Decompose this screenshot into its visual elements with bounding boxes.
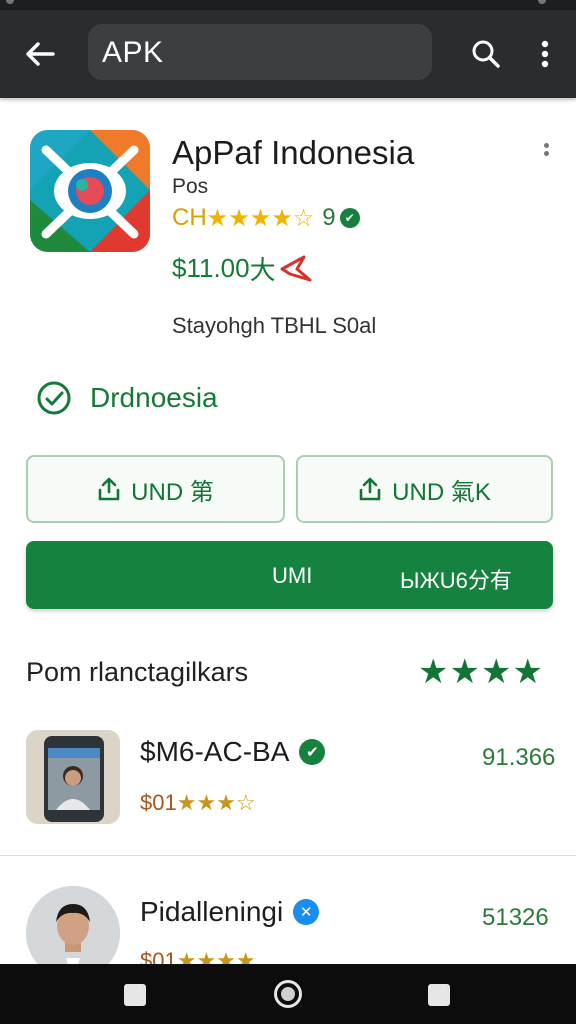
verified-row: Drdnoesia <box>36 380 218 416</box>
list-item-title-text: $M6-AC-BA <box>140 736 290 767</box>
search-icon <box>472 40 500 68</box>
install-button-sublabel: ЫЖU6分有 <box>400 568 512 593</box>
install-button-label: UMI <box>272 563 313 588</box>
search-button[interactable] <box>464 34 508 74</box>
nav-back-icon[interactable] <box>124 984 146 1006</box>
arrow-flag-icon <box>280 255 312 281</box>
list-item-title[interactable]: Pidalleningi ✕ <box>140 896 320 928</box>
rating-text: CH <box>172 204 207 231</box>
rating-stars: ★★★★☆ <box>206 204 315 232</box>
status-bar <box>0 0 576 10</box>
more-vertical-icon <box>541 40 549 68</box>
list-item-count: 91.366 <box>482 744 556 771</box>
share-icon <box>98 477 120 501</box>
app-description: Stayohgh TBHL S0al <box>172 313 377 338</box>
top-toolbar: APK <box>0 10 576 98</box>
system-nav-bar <box>0 964 576 1024</box>
share-button-left[interactable]: UND 第 <box>26 455 285 523</box>
app-logo-icon[interactable] <box>30 130 150 252</box>
verified-label: Drdnoesia <box>90 382 218 413</box>
list-item-rating: $01★★★☆ <box>140 790 256 816</box>
back-button[interactable] <box>18 34 62 74</box>
search-query: APK <box>102 36 164 69</box>
list-item-count: 51326 <box>482 904 549 931</box>
app-developer[interactable]: Pos <box>172 175 208 199</box>
app-rating: CH ★★★★☆ 9 ✔ <box>172 202 360 234</box>
overflow-menu-button[interactable] <box>528 34 562 74</box>
verified-blue-icon: ✕ <box>293 899 320 925</box>
list-item-title-text: Pidalleningi <box>140 896 284 927</box>
card-more-icon[interactable] <box>536 140 556 170</box>
verified-green-icon: ✔ <box>299 739 326 765</box>
review-count: 9 <box>322 204 336 231</box>
check-badge-icon: ✔ <box>339 208 360 228</box>
share-button-right[interactable]: UND 氣K <box>296 455 553 523</box>
price-value: $11.00 <box>172 253 250 283</box>
section-title: Pom rlanctagilkars <box>26 657 249 687</box>
list-item-rating-prefix: $01 <box>140 790 177 815</box>
list-item-thumbnail[interactable] <box>26 730 120 824</box>
verified-check-icon <box>37 381 71 415</box>
share-icon <box>359 477 381 501</box>
list-item-rating-stars: ★★★☆ <box>176 790 256 815</box>
section-stars: ★★★★ <box>418 653 544 691</box>
nav-recents-icon[interactable] <box>428 984 450 1006</box>
app-price: $11.00 大 <box>172 250 312 287</box>
app-title: ApPaf Indonesia <box>172 134 415 171</box>
install-button[interactable]: UMI ЫЖU6分有 <box>26 541 553 609</box>
status-icon <box>6 0 14 4</box>
share-button-right-label: UND 氣K <box>392 478 491 506</box>
status-icon <box>538 0 546 4</box>
arrow-left-icon <box>26 42 55 66</box>
nav-home-icon[interactable] <box>274 980 302 1008</box>
share-button-left-label: UND 第 <box>131 478 214 506</box>
price-suffix: 大 <box>249 255 276 285</box>
list-item-title[interactable]: $M6-AC-BA ✔ <box>140 736 326 768</box>
app-store-page: APK ApPaf Indonesia Pos CH ★★★★☆ 9 ✔ $11… <box>0 0 576 1024</box>
search-input[interactable]: APK <box>88 24 432 80</box>
list-divider <box>0 855 576 856</box>
